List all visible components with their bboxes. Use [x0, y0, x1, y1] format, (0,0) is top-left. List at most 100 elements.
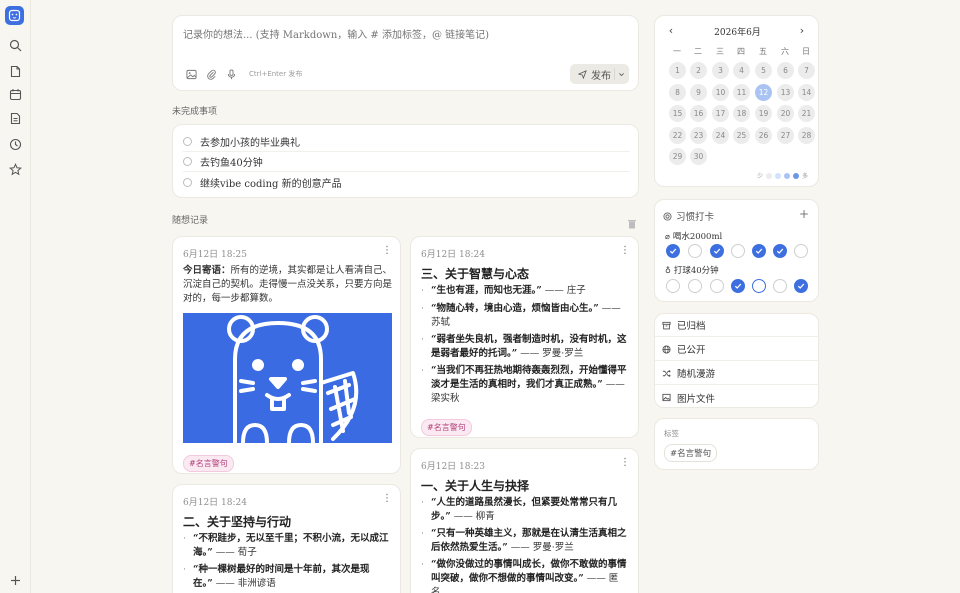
sidebar-rail	[0, 0, 31, 593]
habit-check[interactable]	[773, 279, 787, 293]
quote-item: “生也有涯，而知也无涯。” —— 庄子	[421, 284, 627, 298]
calendar-day[interactable]: 17	[712, 105, 729, 122]
calendar-icon[interactable]	[6, 85, 24, 103]
calendar-day[interactable]: 25	[733, 126, 750, 144]
habit-check-done[interactable]	[794, 279, 808, 293]
note-card[interactable]: 6月12日 18:23 ⋮ 一、关于人生与抉择 “人生的道路虽然漫长，但紧要处常…	[410, 448, 639, 593]
todo-checkbox[interactable]	[183, 157, 192, 166]
calendar-day[interactable]: 18	[733, 105, 750, 122]
star-icon[interactable]	[6, 160, 24, 178]
notes-label: 随想记录	[172, 216, 209, 226]
chevron-down-icon[interactable]	[614, 68, 628, 80]
menu-item-archived[interactable]: 已归档	[655, 314, 820, 337]
logo-icon[interactable]	[5, 6, 24, 25]
more-icon[interactable]: ⋮	[382, 246, 392, 258]
quote-item: “只有一种英雄主义，那就是在认清生活真相之后依然热爱生活。” —— 罗曼·罗兰	[421, 527, 627, 555]
habit-check-done[interactable]	[710, 244, 724, 258]
calendar-day[interactable]: 28	[798, 126, 815, 144]
habit-icon: ♁	[665, 265, 671, 275]
calendar-day[interactable]: 26	[755, 126, 772, 144]
more-icon[interactable]: ⋮	[620, 458, 630, 470]
quote-item: “物随心转，境由心造，烦恼皆由心生。” —— 苏轼	[421, 302, 627, 330]
calendar-day[interactable]: 13	[777, 83, 794, 101]
todo-text: 继续vibe coding 新的创意产品	[200, 178, 342, 190]
weekday-label: 四	[737, 47, 745, 56]
habit-check[interactable]	[731, 244, 745, 258]
habit-check-done[interactable]	[731, 279, 745, 293]
calendar-day[interactable]: 4	[733, 62, 750, 79]
calendar-day[interactable]: 30	[690, 148, 707, 165]
calendar-day[interactable]: 12	[755, 83, 772, 101]
calendar-day[interactable]: 5	[755, 62, 772, 79]
menu-item-images[interactable]: 图片文件	[655, 386, 820, 409]
calendar-day[interactable]: 27	[777, 126, 794, 144]
habit-check-done[interactable]	[752, 244, 766, 258]
more-icon[interactable]: ⋮	[382, 494, 392, 506]
calendar-day[interactable]: 23	[690, 126, 707, 144]
calendar-day[interactable]: 2	[690, 62, 707, 79]
calendar-legend: 少 多	[756, 172, 808, 180]
calendar-day[interactable]: 24	[712, 126, 729, 144]
todo-checkbox[interactable]	[183, 177, 192, 187]
note-date: 6月12日 18:25	[183, 250, 247, 260]
add-habit-button[interactable]: +	[799, 207, 809, 221]
calendar-day[interactable]: 16	[690, 105, 707, 122]
note-card[interactable]: 6月12日 18:25 ⋮ 今日寄语：所有的逆境，其实都是让人看清自己、沉淀自己…	[172, 236, 401, 474]
habit-check[interactable]	[688, 244, 702, 258]
habit-check[interactable]	[752, 279, 766, 293]
more-icon[interactable]: ⋮	[620, 246, 630, 258]
calendar-day[interactable]: 1	[669, 62, 686, 79]
shortcut-hint: Ctrl+Enter 发布	[249, 70, 303, 78]
habit-check[interactable]	[794, 244, 808, 258]
calendar-day[interactable]: 6	[777, 62, 794, 79]
habit-check[interactable]	[710, 279, 724, 293]
calendar-day[interactable]: 14	[798, 83, 815, 101]
calendar-day[interactable]: 15	[669, 105, 686, 122]
tag-chip[interactable]: #名言警句	[664, 444, 718, 462]
todo-text: 去钓鱼40分钟	[200, 158, 263, 169]
note-icon[interactable]	[6, 62, 24, 80]
calendar-next-button[interactable]: ›	[796, 24, 808, 38]
note-card[interactable]: 6月12日 18:24 ⋮ 三、关于智慧与心态 “生也有涯，而知也无涯。” ——…	[410, 236, 639, 438]
todo-checkbox[interactable]	[183, 137, 192, 146]
habit-check[interactable]	[666, 279, 680, 293]
history-icon[interactable]	[6, 135, 24, 153]
list-item: 继续vibe coding 新的创意产品	[183, 172, 630, 192]
note-card[interactable]: 6月12日 18:24 ⋮ 二、关于坚持与行动 “不积跬步，无以至千里；不积小流…	[172, 484, 401, 593]
menu-item-random[interactable]: 随机漫游	[655, 362, 820, 385]
calendar-day[interactable]: 10	[712, 83, 729, 101]
habit-icon: ⌀	[665, 231, 670, 241]
calendar-day[interactable]: 11	[733, 83, 750, 101]
note-tag[interactable]: #名言警句	[421, 419, 472, 436]
habit-check-done[interactable]	[666, 244, 680, 258]
calendar-day[interactable]: 7	[798, 62, 815, 79]
calendar-day[interactable]: 8	[669, 83, 686, 101]
calendar: ‹ 2026年6月 › 一二三四五六日 1 2 3 4 5 6 7 8 9 10 11 12 13 14 15…	[654, 15, 819, 187]
microphone-icon[interactable]	[225, 68, 237, 80]
composer-input[interactable]	[183, 26, 623, 44]
calendar-day[interactable]: 20	[777, 105, 794, 122]
note-tag[interactable]: #名言警句	[183, 455, 234, 472]
tags-panel: 标签 #名言警句	[654, 418, 819, 470]
calendar-day[interactable]: 19	[755, 105, 772, 122]
beaver-illustration[interactable]	[183, 313, 392, 445]
document-icon[interactable]	[6, 109, 24, 127]
calendar-day[interactable]: 29	[669, 148, 686, 165]
calendar-day[interactable]: 3	[712, 62, 729, 79]
add-icon[interactable]	[6, 571, 24, 589]
calendar-day[interactable]: 21	[798, 105, 815, 122]
quote-item: “弱者坐失良机，强者制造时机，没有时机，这是弱者最好的托词。” —— 罗曼·罗兰	[421, 333, 627, 361]
trash-icon[interactable]	[627, 214, 637, 229]
publish-button[interactable]: 发布	[570, 64, 629, 84]
habit-check-done[interactable]	[773, 244, 787, 258]
menu-item-public[interactable]: 已公开	[655, 338, 820, 361]
search-icon[interactable]	[6, 36, 24, 54]
weekday-label: 一	[673, 47, 681, 56]
image-icon[interactable]	[185, 68, 197, 80]
attachment-icon[interactable]	[205, 68, 217, 80]
calendar-day[interactable]: 22	[669, 126, 686, 144]
check-icon	[713, 248, 721, 254]
calendar-day[interactable]: 9	[690, 83, 707, 101]
weekday-label: 五	[759, 47, 767, 56]
habit-check[interactable]	[688, 279, 702, 293]
